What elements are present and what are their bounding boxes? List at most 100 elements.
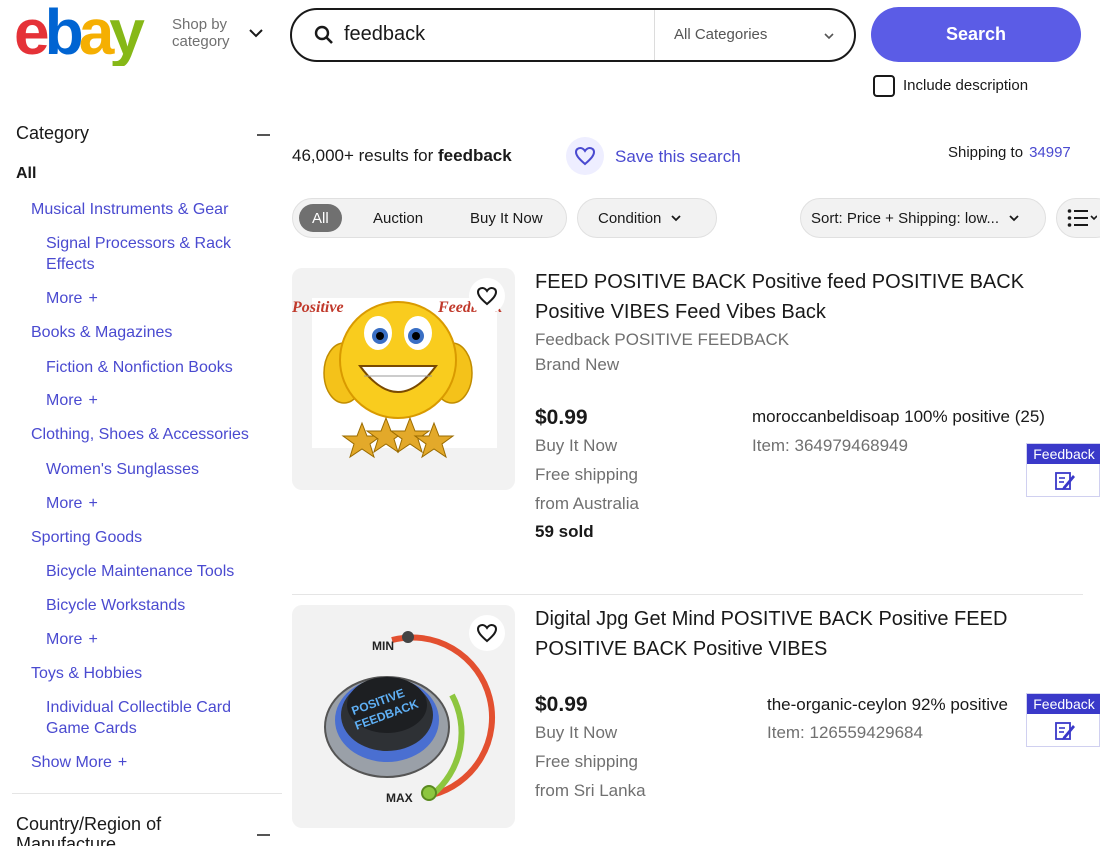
- include-description-checkbox[interactable]: [873, 75, 895, 97]
- sidebar-item-bicycle-tools[interactable]: Bicycle Maintenance Tools: [46, 561, 234, 582]
- condition-filter[interactable]: Condition: [577, 198, 717, 238]
- shop-by-category[interactable]: Shop by category: [172, 16, 230, 50]
- save-search-heart[interactable]: [566, 137, 604, 175]
- country-heading-line2: Manufacture: [16, 834, 117, 846]
- listing-subtitle: Feedback POSITIVE FEEDBACK: [535, 330, 790, 349]
- sidebar-more[interactable]: More +: [46, 390, 98, 411]
- sidebar-item-bicycle-workstands[interactable]: Bicycle Workstands: [46, 595, 185, 616]
- listing-shipping: Free shipping: [535, 465, 639, 484]
- chevron-down-icon[interactable]: [247, 24, 265, 42]
- sidebar-item-toys[interactable]: Toys & Hobbies: [31, 663, 142, 684]
- listing-item-number: Item: 126559429684: [767, 723, 923, 742]
- sidebar-item-books[interactable]: Books & Magazines: [31, 322, 172, 343]
- listing-title-line2: POSITIVE BACK Positive VIBES: [535, 638, 828, 660]
- sidebar-item-musical-instruments[interactable]: Musical Instruments & Gear: [31, 199, 228, 220]
- plus-icon: +: [88, 631, 98, 648]
- image-min-label: MIN: [372, 639, 394, 653]
- listing-item-number: Item: 364979468949: [752, 436, 908, 455]
- listing-title-line2: Positive VIBES Feed Vibes Back: [535, 301, 826, 323]
- sidebar-item-sporting-goods[interactable]: Sporting Goods: [31, 527, 142, 548]
- listing-format: Buy It Now: [535, 723, 618, 742]
- listing-title-link[interactable]: FEED POSITIVE BACK Positive feed POSITIV…: [535, 267, 1055, 327]
- sidebar-more[interactable]: More +: [46, 493, 98, 514]
- category-all[interactable]: All: [16, 165, 36, 183]
- shipping-to: Shipping to 34997: [948, 144, 1071, 161]
- more-label: More: [46, 392, 83, 409]
- sidebar-item-signal-processors[interactable]: Signal Processors & Rack: [46, 233, 231, 254]
- heart-icon: [476, 286, 498, 306]
- sidebar-more[interactable]: More +: [46, 288, 98, 309]
- listing-price: $0.99: [535, 406, 588, 429]
- add-to-watchlist-button[interactable]: [469, 615, 505, 651]
- results-query: feedback: [438, 146, 512, 165]
- feedback-tab-label: Feedback: [1027, 444, 1100, 464]
- country-heading: Country/Region of Manufacture: [16, 814, 216, 846]
- sidebar-item-womens-sunglasses[interactable]: Women's Sunglasses: [46, 459, 199, 480]
- results-count-text: 46,000+ results for: [292, 146, 434, 165]
- divider: [12, 793, 282, 794]
- sidebar-item-collectible-cards[interactable]: Individual Collectible Card: [46, 697, 231, 718]
- category-heading: Category: [16, 123, 90, 143]
- heart-icon: [574, 146, 596, 166]
- plus-icon: +: [88, 392, 98, 409]
- include-description-label: Include description: [903, 77, 1029, 94]
- listing-seller-info: the-organic-ceylon 92% positive: [767, 695, 1008, 714]
- listing-location: from Australia: [535, 494, 639, 513]
- listing-title-link[interactable]: Digital Jpg Get Mind POSITIVE BACK Posit…: [535, 604, 1055, 664]
- more-label: More: [46, 290, 83, 307]
- sidebar-item-clothing[interactable]: Clothing, Shoes & Accessories: [31, 424, 249, 445]
- condition-label: Condition: [598, 209, 662, 227]
- tab-buy-it-now[interactable]: Buy It Now: [470, 204, 543, 232]
- heart-icon: [476, 623, 498, 643]
- shop-by-line1: Shop by: [172, 16, 228, 33]
- sidebar-item-collectible-cards-cont[interactable]: Game Cards: [46, 718, 137, 739]
- more-label: More: [46, 631, 83, 648]
- collapse-icon[interactable]: [257, 134, 270, 136]
- divider: [654, 10, 655, 60]
- chevron-down-icon[interactable]: [822, 29, 836, 43]
- chevron-down-icon: [1009, 215, 1019, 222]
- divider: [292, 594, 1083, 595]
- plus-icon: +: [88, 495, 98, 512]
- search-input[interactable]: feedback: [344, 23, 425, 46]
- listing-image[interactable]: Positive Feedback: [292, 268, 515, 490]
- shipping-zip-link[interactable]: 34997: [1029, 144, 1071, 161]
- feedback-widget[interactable]: Feedback: [1026, 443, 1100, 497]
- listing-image[interactable]: MIN MAX POSITIVE FEEDBACK: [292, 605, 515, 828]
- listing-seller-info: moroccanbeldisoap 100% positive (25): [752, 407, 1045, 426]
- listing-condition: Brand New: [535, 355, 620, 374]
- listing-sold-count: 59 sold: [535, 522, 594, 541]
- category-select[interactable]: All Categories: [674, 26, 767, 43]
- search-bar: feedback All Categories: [290, 8, 856, 62]
- plus-icon: +: [117, 754, 128, 771]
- tab-auction[interactable]: Auction: [373, 204, 423, 232]
- search-button[interactable]: Search: [871, 7, 1081, 62]
- collapse-icon[interactable]: [257, 834, 270, 836]
- shop-by-line2: category: [172, 33, 230, 50]
- listing-format: Buy It Now: [535, 436, 618, 455]
- sort-dropdown[interactable]: Sort: Price + Shipping: low...: [800, 198, 1046, 238]
- sidebar-item-signal-processors-cont[interactable]: Effects: [46, 254, 95, 275]
- buying-format-tabs: All Auction Buy It Now: [292, 198, 567, 238]
- chevron-down-icon: [671, 215, 682, 222]
- svg-text:ebay: ebay: [14, 4, 145, 66]
- tab-all[interactable]: All: [299, 204, 342, 232]
- listing-price: $0.99: [535, 693, 588, 716]
- edit-icon: [1055, 472, 1075, 490]
- country-heading-line1: Country/Region of: [16, 814, 162, 834]
- image-max-label: MAX: [386, 791, 413, 805]
- sidebar-item-fiction[interactable]: Fiction & Nonfiction Books: [46, 357, 233, 378]
- listing-shipping: Free shipping: [535, 752, 639, 771]
- view-toggle[interactable]: [1056, 198, 1100, 238]
- list-view-icon: [1067, 209, 1097, 227]
- ebay-logo[interactable]: ebay: [14, 4, 164, 66]
- sidebar-show-more[interactable]: Show More +: [31, 752, 127, 773]
- add-to-watchlist-button[interactable]: [469, 278, 505, 314]
- save-search-link[interactable]: Save this search: [615, 147, 741, 167]
- results-count: 46,000+ results for feedback: [292, 146, 512, 166]
- plus-icon: +: [88, 290, 98, 307]
- feedback-tab-label: Feedback: [1027, 694, 1100, 714]
- sidebar-more[interactable]: More +: [46, 629, 98, 650]
- search-icon: [314, 25, 333, 44]
- feedback-widget[interactable]: Feedback: [1026, 693, 1100, 747]
